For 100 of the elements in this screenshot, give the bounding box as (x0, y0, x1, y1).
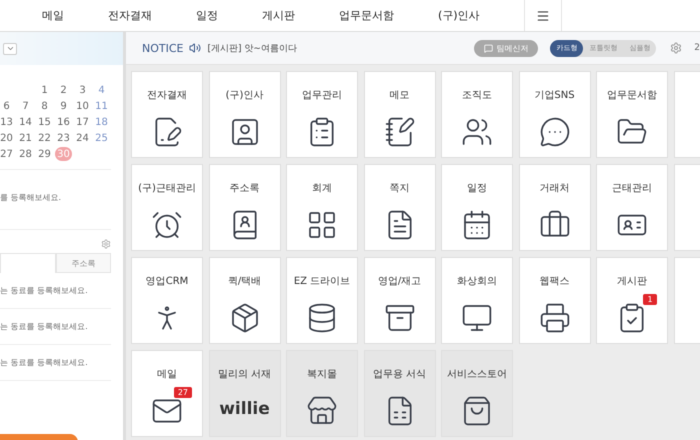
notice-text[interactable]: [게시판] 앗~여름이다 (207, 42, 297, 54)
notice-label: NOTICE (142, 42, 184, 54)
app-tile[interactable]: 화상회의 (441, 257, 513, 344)
calendar-icon (461, 209, 493, 241)
calendar-day[interactable]: 13 (0, 115, 15, 129)
app-tile[interactable]: EZ 드라이브 (286, 257, 358, 344)
chat-bubble-icon (538, 116, 570, 148)
speaker-icon (189, 42, 202, 54)
app-tile[interactable]: 업무문서함 (596, 71, 668, 158)
menu-button[interactable] (524, 0, 562, 31)
tile-label: 퀵/택배 (228, 275, 262, 288)
app-tile[interactable]: 기업SNS (518, 71, 590, 158)
tile-label: 복지몰 (307, 368, 337, 381)
app-tile[interactable]: 주소록 (208, 164, 280, 251)
app-tile[interactable]: 업무관리 (286, 71, 358, 158)
app-tile[interactable]: 거래처 (518, 164, 590, 251)
database-icon (306, 302, 338, 334)
contact-hint: 는 동료를 등록해보세요. (0, 273, 111, 309)
tile-label: 회계 (312, 182, 332, 195)
app-tile[interactable]: (구)인사 (208, 71, 280, 158)
schedule-hint: 를 등록해보세요. (0, 170, 111, 230)
calendar-day[interactable]: 3 (74, 83, 91, 97)
monitor-icon (461, 302, 493, 334)
tile-label: 업무문서함 (607, 89, 657, 102)
shopping-bag-icon (461, 395, 493, 427)
tile-label: (구)인사 (226, 89, 264, 102)
chevron-down-icon (6, 44, 14, 53)
nav-link[interactable]: 메일 (30, 0, 76, 31)
calendar-day[interactable]: 9 (55, 99, 72, 113)
tile-label: 일정 (467, 182, 487, 195)
printer-icon (538, 302, 570, 334)
calendar-day[interactable]: 23 (55, 131, 72, 145)
nav-link[interactable]: 일정 (184, 0, 230, 31)
tile-label: (구)근태관리 (138, 182, 196, 195)
tile-label: 업무관리 (302, 89, 342, 102)
tab[interactable] (0, 253, 56, 273)
calendar-day[interactable]: 16 (55, 115, 72, 129)
app-tile[interactable]: 영업CRM (131, 257, 203, 344)
nav-link[interactable]: 전자결재 (96, 0, 164, 31)
tile-label: 거래처 (540, 182, 570, 195)
calendar-day[interactable]: 29 (36, 147, 53, 161)
tile-label: 근태관리 (612, 182, 652, 195)
app-tile[interactable]: 게시판 1 (596, 257, 668, 344)
menu-icon (536, 8, 550, 22)
calendar-day[interactable]: 21 (17, 131, 34, 145)
app-tile[interactable]: 메모 (364, 71, 436, 158)
calendar-day[interactable]: 7 (17, 99, 34, 113)
app-tile[interactable]: 퀵/택배 (208, 257, 280, 344)
calendar-day[interactable]: 22 (36, 131, 53, 145)
tile-label: 영업/재고 (378, 275, 422, 288)
calendar-day[interactable]: 1 (36, 83, 53, 97)
tile-label: 화상회의 (457, 275, 497, 288)
app-tile[interactable]: 근태관리 (596, 164, 668, 251)
logo: willie (219, 399, 270, 419)
app-tile[interactable]: 쪽지 (364, 164, 436, 251)
calendar-day[interactable]: 27 (0, 147, 15, 161)
calendar-day[interactable]: 28 (17, 147, 34, 161)
tile-label: 웹팩스 (540, 275, 570, 288)
settings-icon[interactable] (101, 239, 111, 249)
tile-label: 전자결재 (147, 89, 187, 102)
contact-hint: 는 동료를 등록해보세요. (0, 345, 111, 381)
tile-label: 영업CRM (146, 275, 188, 288)
tile-label: 업무용 서식 (372, 368, 426, 381)
tile-label: 밀리의 서재 (218, 368, 272, 381)
calendar-day[interactable]: 2 (55, 83, 72, 97)
dashboard-grid-icon (306, 209, 338, 241)
nav-link[interactable]: 업무문서함 (327, 0, 406, 31)
calendar-day[interactable]: 14 (17, 115, 34, 129)
calendar-day[interactable]: 10 (74, 99, 91, 113)
notebook-pencil-icon (384, 116, 416, 148)
app-tile[interactable]: 메일 27 (131, 350, 203, 437)
app-tile[interactable]: 영업/재고 (364, 257, 436, 344)
app-tile[interactable]: 회계 (286, 164, 358, 251)
app-tile[interactable]: 조직도 (441, 71, 513, 158)
app-tile[interactable]: (구)근태관리 (131, 164, 203, 251)
count-badge: 1 (643, 294, 657, 305)
archive-icon (384, 302, 416, 334)
nav-link[interactable]: (구)인사 (426, 0, 492, 31)
store-icon (306, 395, 338, 427)
dropdown-button[interactable] (3, 42, 17, 54)
calendar-day[interactable]: 15 (36, 115, 53, 129)
message-icon (484, 44, 494, 52)
contact-hint: 는 동료를 등록해보세요. (0, 309, 111, 345)
edge-text: 2 (694, 43, 700, 53)
settings-icon[interactable] (670, 42, 682, 54)
app-tile[interactable]: 일정 (441, 164, 513, 251)
count-badge: 27 (174, 387, 192, 398)
tile-label: 쪽지 (390, 182, 410, 195)
calendar-day[interactable]: 17 (74, 115, 91, 129)
app-tile[interactable]: 전자결재 (131, 71, 203, 158)
tile-label: 메모 (390, 89, 410, 102)
app-tile[interactable]: 웹팩스 (518, 257, 590, 344)
calendar-day[interactable]: 24 (74, 131, 91, 145)
tile-label: 주소록 (230, 182, 260, 195)
calendar-day[interactable]: 20 (0, 131, 15, 145)
tile-label: 서비스스토어 (447, 368, 507, 381)
nav-link[interactable]: 게시판 (250, 0, 307, 31)
tile-label: 기업SNS (534, 89, 575, 102)
calendar-day[interactable]: 6 (0, 99, 15, 113)
calendar-day[interactable]: 8 (36, 99, 53, 113)
